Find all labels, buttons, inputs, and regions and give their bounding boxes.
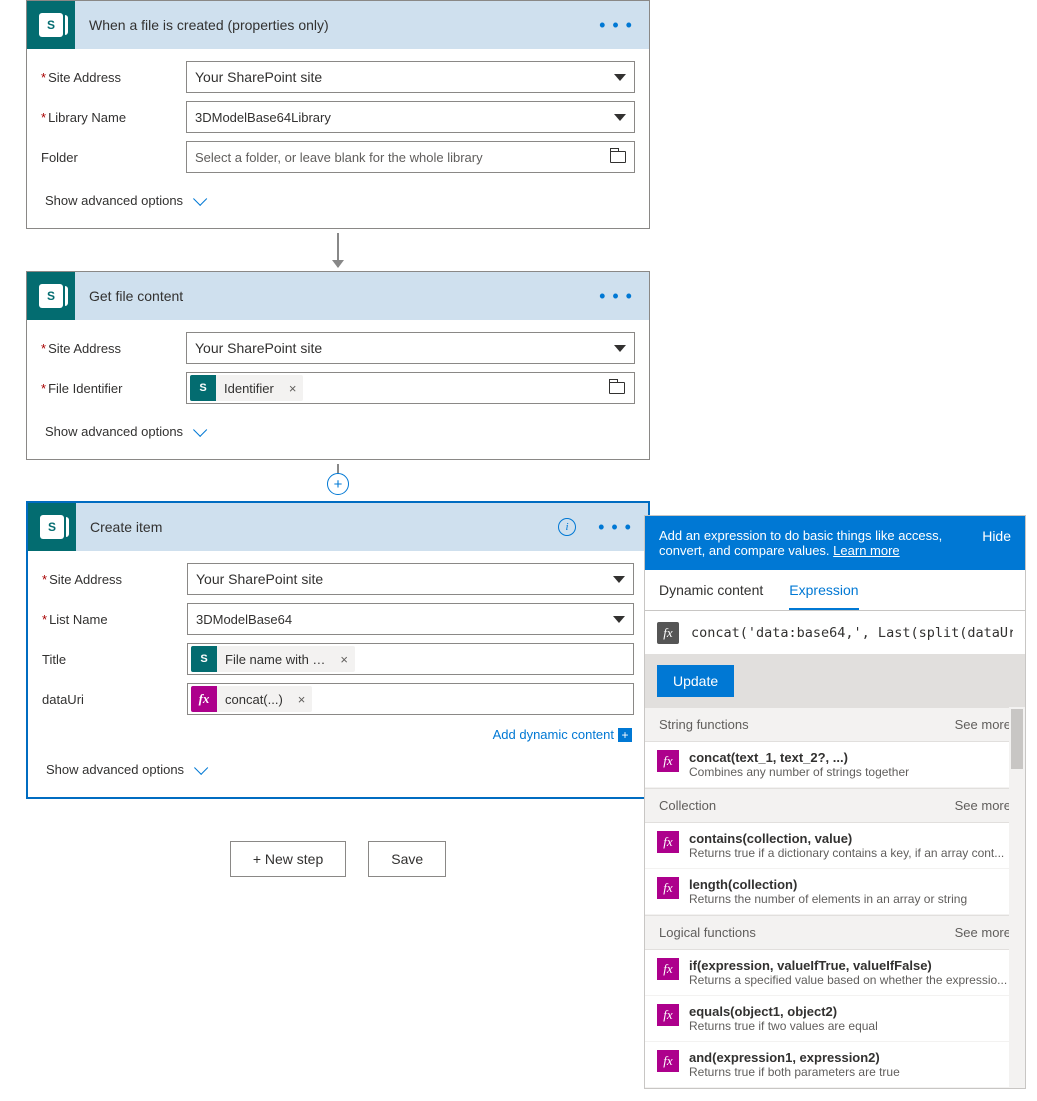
token-identifier[interactable]: SIdentifier× [190, 375, 303, 401]
fx-icon: fx [657, 831, 679, 853]
chevron-down-icon [194, 760, 208, 774]
sharepoint-icon: S [27, 1, 75, 49]
function-item[interactable]: fxand(expression1, expression2)Returns t… [645, 1042, 1025, 1088]
token-remove-button[interactable]: × [333, 646, 355, 672]
trigger-card: S When a file is created (properties onl… [26, 0, 650, 229]
token-expression[interactable]: fxconcat(...)× [191, 686, 312, 712]
function-list: String functionsSee morefxconcat(text_1,… [645, 707, 1025, 1088]
function-item[interactable]: fxequals(object1, object2)Returns true i… [645, 996, 1025, 1042]
function-item[interactable]: fxlength(collection)Returns the number o… [645, 869, 1025, 915]
datauri-field[interactable]: fxconcat(...)× [187, 683, 634, 715]
update-bar: Update [645, 655, 1025, 707]
panel-tabs: Dynamic content Expression [645, 570, 1025, 611]
function-category-header: Logical functionsSee more [645, 915, 1025, 950]
see-more-link[interactable]: See more [955, 798, 1011, 813]
new-step-button[interactable]: + New step [230, 841, 346, 877]
card-menu-button[interactable]: • • • [593, 280, 639, 313]
expression-input-row: fx concat('data:base64,', Last(split(dat… [645, 611, 1025, 655]
card-header[interactable]: S Create item i • • • [28, 503, 648, 551]
label-site-address: Site Address [41, 341, 186, 356]
chevron-down-icon [193, 191, 207, 205]
info-icon[interactable]: i [558, 518, 576, 536]
label-library-name: Library Name [41, 110, 186, 125]
function-item[interactable]: fxconcat(text_1, text_2?, ...)Combines a… [645, 742, 1025, 788]
show-advanced-toggle[interactable]: Show advanced options [41, 181, 635, 224]
label-site-address: Site Address [42, 572, 187, 587]
flow-actions: + New step Save [26, 841, 650, 877]
file-identifier-field[interactable]: SIdentifier× [186, 372, 635, 404]
sharepoint-token-icon: S [190, 375, 216, 401]
card-body: Site Address Your SharePoint site File I… [27, 320, 649, 459]
token-remove-button[interactable]: × [291, 686, 313, 712]
folder-icon [610, 151, 626, 163]
token-remove-button[interactable]: × [282, 375, 304, 401]
function-category-header: String functionsSee more [645, 707, 1025, 742]
action-card-create-item: S Create item i • • • Site Address Your … [26, 501, 650, 799]
sharepoint-icon: S [27, 272, 75, 320]
sharepoint-icon: S [28, 503, 76, 551]
card-menu-button[interactable]: • • • [593, 9, 639, 42]
panel-hint: Add an expression to do basic things lik… [645, 516, 1025, 570]
chevron-down-icon [193, 422, 207, 436]
sharepoint-token-icon: S [191, 646, 217, 672]
action-card-get-file: S Get file content • • • Site Address Yo… [26, 271, 650, 460]
label-folder: Folder [41, 150, 186, 165]
tab-expression[interactable]: Expression [789, 570, 858, 610]
title-field[interactable]: SFile name with …× [187, 643, 634, 675]
function-category-header: CollectionSee more [645, 788, 1025, 823]
scrollbar[interactable] [1009, 707, 1025, 1088]
scrollbar-thumb[interactable] [1011, 709, 1023, 769]
label-list-name: List Name [42, 612, 187, 627]
update-button[interactable]: Update [657, 665, 734, 697]
fx-icon: fx [657, 1050, 679, 1072]
folder-picker[interactable]: Select a folder, or leave blank for the … [186, 141, 635, 173]
fx-icon: fx [657, 877, 679, 899]
learn-more-link[interactable]: Learn more [833, 543, 899, 558]
library-name-dropdown[interactable]: 3DModelBase64Library [186, 101, 635, 133]
card-header[interactable]: S When a file is created (properties onl… [27, 1, 649, 49]
add-step-button[interactable]: + [327, 473, 349, 495]
add-dynamic-content-link[interactable]: Add dynamic content+ [42, 723, 634, 750]
card-title: Create item [76, 519, 558, 535]
fx-icon: fx [657, 1004, 679, 1026]
see-more-link[interactable]: See more [955, 717, 1011, 732]
expression-panel: Add an expression to do basic things lik… [644, 515, 1026, 1089]
list-name-dropdown[interactable]: 3DModelBase64 [187, 603, 634, 635]
card-body: Site Address Your SharePoint site List N… [28, 551, 648, 797]
expression-input[interactable]: concat('data:base64,', Last(split(dataUr… [691, 625, 1013, 641]
hide-panel-button[interactable]: Hide [982, 528, 1011, 544]
card-menu-button[interactable]: • • • [592, 511, 638, 544]
show-advanced-toggle[interactable]: Show advanced options [42, 750, 634, 793]
fx-icon: fx [657, 622, 679, 644]
card-body: Site Address Your SharePoint site Librar… [27, 49, 649, 228]
tab-dynamic-content[interactable]: Dynamic content [659, 570, 763, 610]
card-title: When a file is created (properties only) [75, 17, 593, 33]
site-address-dropdown[interactable]: Your SharePoint site [186, 61, 635, 93]
card-title: Get file content [75, 288, 593, 304]
save-button[interactable]: Save [368, 841, 446, 877]
site-address-dropdown[interactable]: Your SharePoint site [187, 563, 634, 595]
folder-icon [609, 382, 625, 394]
fx-icon: fx [191, 686, 217, 712]
token-filename[interactable]: SFile name with …× [191, 646, 355, 672]
function-item[interactable]: fxif(expression, valueIfTrue, valueIfFal… [645, 950, 1025, 996]
see-more-link[interactable]: See more [955, 925, 1011, 940]
label-file-identifier: File Identifier [41, 381, 186, 396]
label-title: Title [42, 652, 187, 667]
connector-arrow [337, 233, 339, 267]
label-site-address: Site Address [41, 70, 186, 85]
site-address-dropdown[interactable]: Your SharePoint site [186, 332, 635, 364]
function-item[interactable]: fxcontains(collection, value)Returns tru… [645, 823, 1025, 869]
plus-icon: + [618, 728, 632, 742]
show-advanced-toggle[interactable]: Show advanced options [41, 412, 635, 455]
card-header[interactable]: S Get file content • • • [27, 272, 649, 320]
fx-icon: fx [657, 750, 679, 772]
label-datauri: dataUri [42, 692, 187, 707]
fx-icon: fx [657, 958, 679, 980]
